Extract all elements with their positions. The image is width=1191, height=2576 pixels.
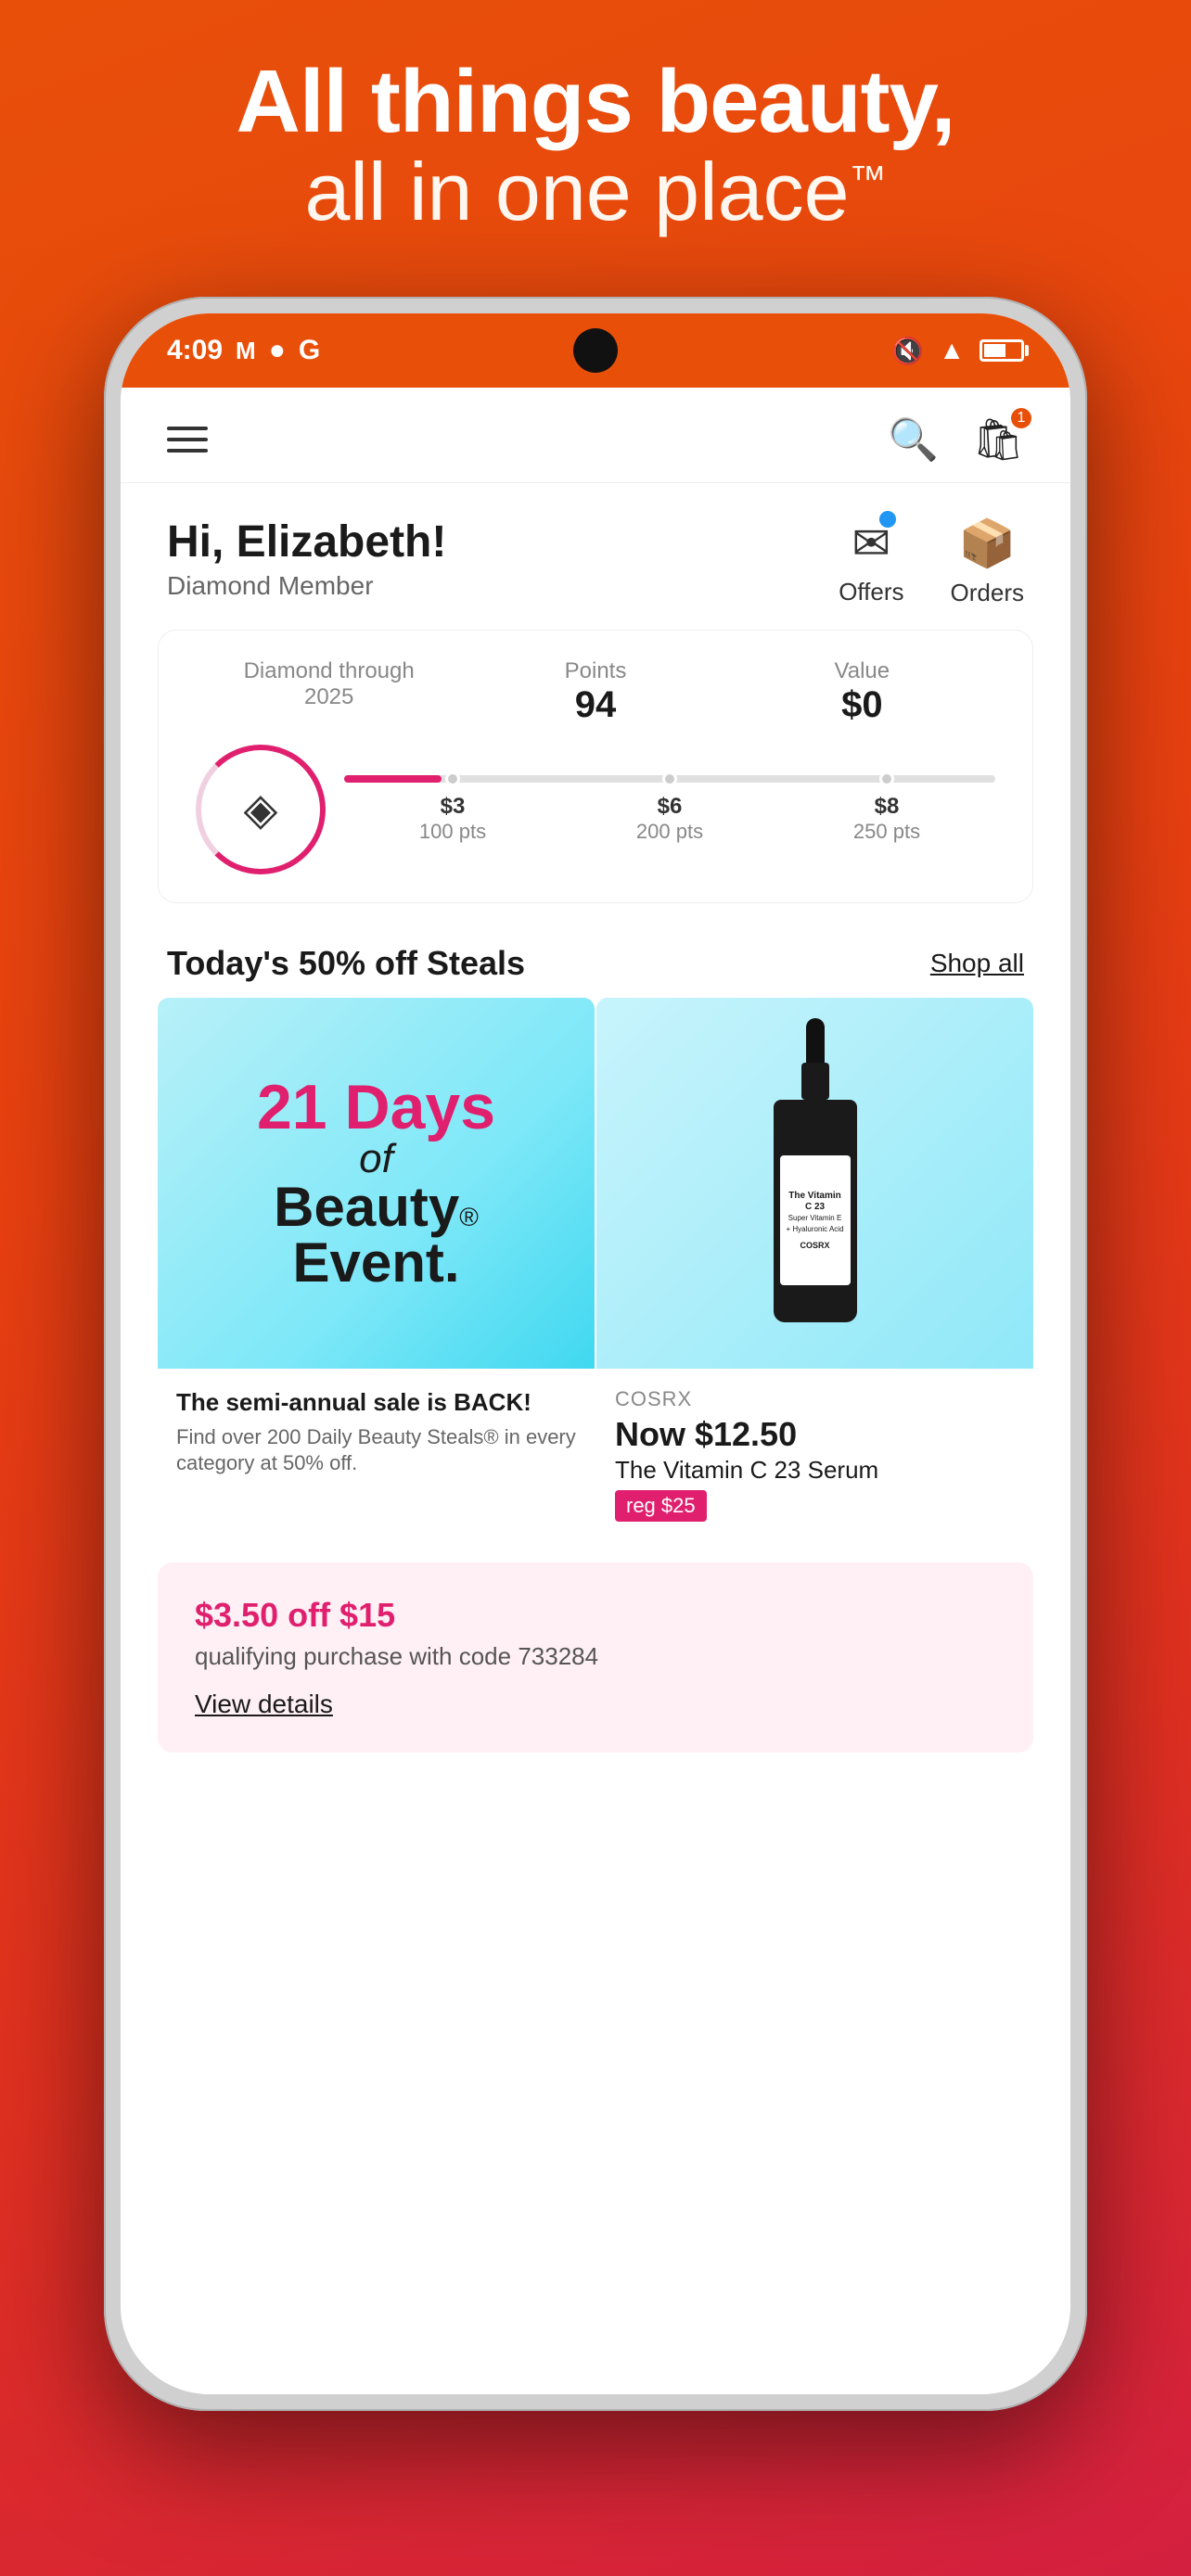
bottle-body: The Vitamin C 23Super Vitamin E+ Hyaluro… <box>774 1100 857 1322</box>
offers-icon-wrapper: ✉ <box>852 516 890 570</box>
circle-icon: ● <box>269 335 286 366</box>
bottle-dropper <box>806 1018 825 1065</box>
points-header: Diamond through 2025 Points 94 Value $0 <box>196 658 995 726</box>
event-text: 21 Days of Beauty® Event. <box>257 1076 495 1291</box>
hamburger-line <box>167 449 208 453</box>
product-image: The Vitamin C 23Super Vitamin E+ Hyaluro… <box>596 998 1033 1369</box>
welcome-right: ✉ Offers 📦 Orders <box>839 516 1024 607</box>
value-col: Value $0 <box>729 658 995 726</box>
points-label: Points <box>462 658 728 684</box>
status-left: 4:09 M ● G <box>167 335 320 366</box>
event-period: . <box>444 1231 460 1294</box>
milestone-1: $3 100 pts <box>419 794 486 844</box>
welcome-left: Hi, Elizabeth! Diamond Member <box>167 516 446 601</box>
hamburger-button[interactable] <box>167 427 208 453</box>
progress-bar <box>344 775 995 783</box>
search-button[interactable]: 🔍 <box>888 415 939 464</box>
promo-title: The semi-annual sale is BACK! <box>176 1387 576 1419</box>
diamond-icon: ◈ <box>244 784 278 835</box>
product-brand: COSRX <box>615 1387 1015 1411</box>
diamond-label: Diamond through 2025 <box>196 658 462 710</box>
g-icon: G <box>299 335 320 366</box>
steals-section-header: Today's 50% off Steals Shop all <box>121 925 1070 998</box>
offers-label: Offers <box>839 578 903 606</box>
phone-screen: 4:09 M ● G 🔇 ▲ <box>121 313 1070 2394</box>
event-event: Event. <box>257 1235 495 1291</box>
event-beauty: Beauty® <box>257 1180 495 1235</box>
product-card[interactable]: The Vitamin C 23Super Vitamin E+ Hyaluro… <box>596 998 1033 1544</box>
points-value: 94 <box>462 684 728 726</box>
milestone-2: $6 200 pts <box>636 794 703 844</box>
app-content: 🔍 🛍 1 Hi, Elizabeth! Diamond Member <box>121 388 1070 2394</box>
orders-label: Orders <box>951 579 1024 607</box>
product-price: Now $12.50 <box>615 1415 1015 1454</box>
cart-count: 1 <box>1011 408 1031 428</box>
points-tracker: Diamond through 2025 Points 94 Value $0 <box>158 630 1033 903</box>
value-amount: $0 <box>729 684 995 726</box>
coupon-card: $3.50 off $15 qualifying purchase with c… <box>158 1562 1033 1753</box>
bottle-neck <box>801 1063 829 1100</box>
progress-dot <box>879 772 894 786</box>
hamburger-line <box>167 427 208 430</box>
milestone-3: $8 250 pts <box>853 794 920 844</box>
bottle-label-title: The Vitamin C 23Super Vitamin E+ Hyaluro… <box>786 1191 845 1235</box>
mute-icon: 🔇 <box>891 336 924 366</box>
orders-icon-wrapper: 📦 <box>958 516 1016 571</box>
status-right: 🔇 ▲ <box>891 336 1024 366</box>
coupon-link[interactable]: View details <box>195 1690 333 1718</box>
box-icon: 📦 <box>958 517 1016 569</box>
mail-icon: M <box>236 337 256 365</box>
diamond-col: Diamond through 2025 <box>196 658 462 726</box>
progress-labels: $3 100 pts $6 200 pts $8 250 pts <box>344 794 995 844</box>
bottle-brand: COSRX <box>800 1241 829 1250</box>
coupon-title: $3.50 off $15 <box>195 1596 996 1635</box>
product-info: COSRX Now $12.50 The Vitamin C 23 Serum … <box>596 1369 1033 1544</box>
event-card[interactable]: 21 Days of Beauty® Event. The semi-annua… <box>158 998 595 1544</box>
orders-button[interactable]: 📦 Orders <box>951 516 1024 607</box>
cart-button[interactable]: 🛍 1 <box>972 415 1024 464</box>
steals-title: Today's 50% off Steals <box>167 944 525 983</box>
points-body: ◈ $3 <box>196 745 995 874</box>
event-image: 21 Days of Beauty® Event. <box>158 998 595 1369</box>
serum-bottle: The Vitamin C 23Super Vitamin E+ Hyaluro… <box>760 1044 871 1322</box>
products-grid: 21 Days of Beauty® Event. The semi-annua… <box>158 998 1033 1544</box>
hamburger-line <box>167 438 208 441</box>
promo-body: Find over 200 Daily Beauty Steals® in ev… <box>176 1424 576 1477</box>
product-name: The Vitamin C 23 Serum <box>615 1456 1015 1485</box>
greeting: Hi, Elizabeth! <box>167 516 446 567</box>
status-bar: 4:09 M ● G 🔇 ▲ <box>121 313 1070 388</box>
value-label: Value <box>729 658 995 684</box>
membership-label: Diamond Member <box>167 571 446 601</box>
hero-line2: all in one place™ <box>74 149 1117 235</box>
time-display: 4:09 <box>167 335 223 366</box>
bottle-label: The Vitamin C 23Super Vitamin E+ Hyaluro… <box>780 1155 851 1285</box>
hero-line1: All things beauty, <box>74 56 1117 149</box>
shop-all-link[interactable]: Shop all <box>930 949 1024 978</box>
offers-button[interactable]: ✉ Offers <box>839 516 903 607</box>
progress-dot <box>445 772 460 786</box>
event-days: 21 Days <box>257 1076 495 1139</box>
battery-icon <box>980 339 1024 362</box>
progress-track: $3 100 pts $6 200 pts $8 250 pts <box>344 775 995 844</box>
event-of: of <box>359 1136 393 1181</box>
app-header: 🔍 🛍 1 <box>121 388 1070 483</box>
diamond-circle: ◈ <box>196 745 326 874</box>
progress-dots <box>344 772 995 786</box>
camera-notch <box>573 328 618 373</box>
offers-dot <box>879 511 896 528</box>
header-icons: 🔍 🛍 1 <box>888 415 1024 464</box>
product-reg-price: reg $25 <box>615 1490 707 1522</box>
points-col: Points 94 <box>462 658 728 726</box>
coupon-desc: qualifying purchase with code 733284 <box>195 1642 996 1671</box>
wifi-icon: ▲ <box>939 336 965 365</box>
welcome-section: Hi, Elizabeth! Diamond Member ✉ Offers 📦 <box>121 483 1070 630</box>
search-icon: 🔍 <box>888 417 939 463</box>
event-info: The semi-annual sale is BACK! Find over … <box>158 1369 595 1499</box>
hero-section: All things beauty, all in one place™ <box>0 56 1191 235</box>
phone-frame: 4:09 M ● G 🔇 ▲ <box>104 297 1087 2411</box>
progress-dot <box>662 772 677 786</box>
